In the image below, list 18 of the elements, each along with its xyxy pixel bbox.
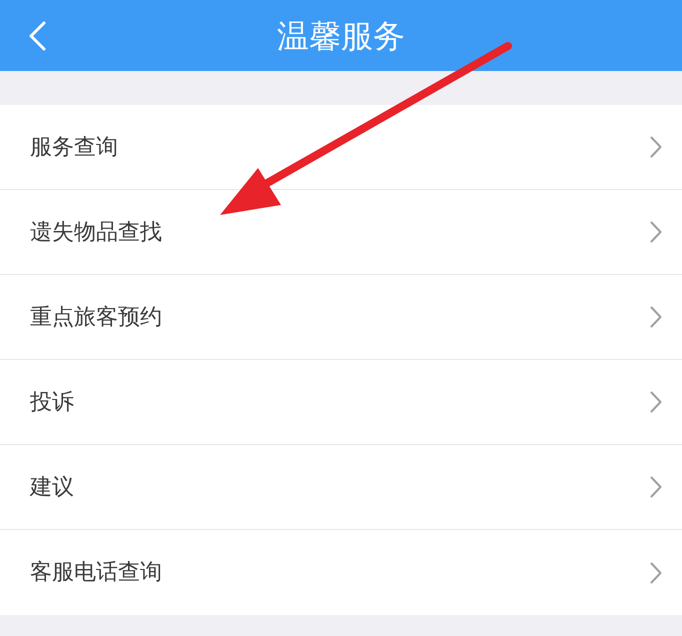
menu-item[interactable]: 客服电话查询 <box>0 530 682 615</box>
menu-item[interactable]: 重点旅客预约 <box>0 275 682 360</box>
menu-item-label: 服务查询 <box>30 134 118 162</box>
menu-item[interactable]: 投诉 <box>0 360 682 445</box>
chevron-right-icon <box>650 221 662 243</box>
menu-item[interactable]: 建议 <box>0 445 682 530</box>
chevron-right-icon <box>650 136 662 158</box>
menu-item-label: 建议 <box>30 474 74 502</box>
page-title: 温馨服务 <box>277 20 405 52</box>
back-icon <box>28 21 46 51</box>
menu-item-label: 客服电话查询 <box>30 559 162 587</box>
menu-item-label: 投诉 <box>30 388 74 416</box>
chevron-right-icon <box>650 476 662 498</box>
chevron-right-icon <box>650 562 662 584</box>
chevron-right-icon <box>650 306 662 328</box>
chevron-right-icon <box>650 391 662 413</box>
menu-item-label: 重点旅客预约 <box>30 304 162 332</box>
menu-item-label: 遗失物品查找 <box>30 218 162 246</box>
